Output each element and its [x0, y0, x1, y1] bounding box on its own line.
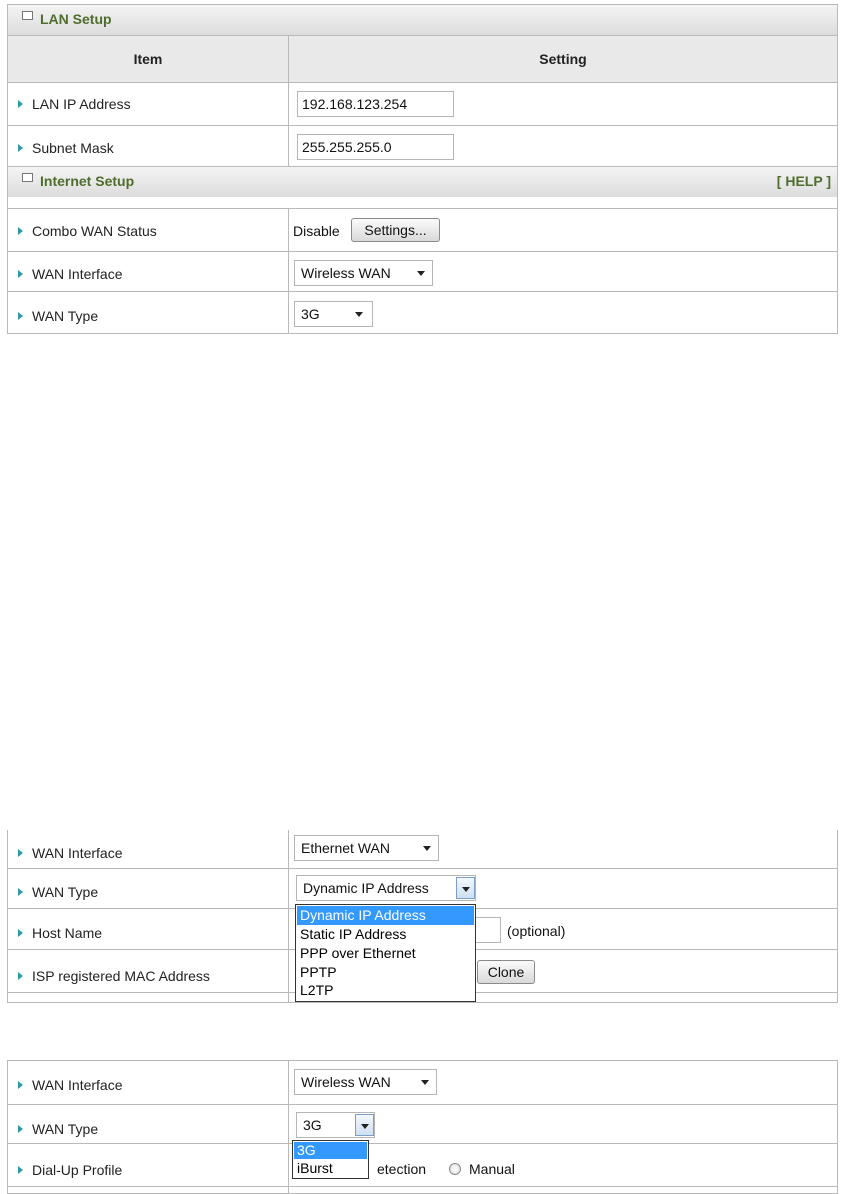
wan-interface-label: WAN Interface [32, 845, 123, 861]
bullet-arrow-icon [18, 1166, 23, 1174]
bullet-arrow-icon [18, 144, 23, 152]
wan-type-option[interactable]: Static IP Address [297, 925, 474, 944]
wan-type-dropdown-list[interactable]: Dynamic IP Address Static IP Address PPP… [295, 904, 476, 1002]
bullet-arrow-icon [18, 972, 23, 980]
wan-type-label: WAN Type [32, 308, 99, 324]
wan-type-row: WAN Type 3G [8, 1104, 837, 1144]
lan-ip-label: LAN IP Address [32, 96, 131, 112]
wan-type-option[interactable]: PPP over Ethernet [297, 944, 474, 963]
chevron-down-icon [417, 271, 425, 276]
lan-ip-row: LAN IP Address 192.168.123.254 [8, 82, 837, 125]
wan-type-select[interactable]: Dynamic IP Address [296, 875, 476, 901]
wan-type-option[interactable]: 3G [294, 1142, 367, 1159]
mac-address-label: ISP registered MAC Address [32, 968, 210, 984]
chevron-down-icon [355, 312, 363, 317]
combo-wan-label: Combo WAN Status [32, 223, 157, 239]
chevron-down-icon [423, 846, 431, 851]
internet-setup-title: Internet Setup [40, 173, 135, 189]
wan-type-row: WAN Type 3G [8, 291, 837, 334]
host-name-label: Host Name [32, 925, 103, 941]
wan-type-label: WAN Type [32, 884, 99, 900]
settings-button[interactable]: Settings... [351, 218, 440, 242]
wan-type-select[interactable]: 3G [296, 1112, 375, 1138]
internet-setup-header: Internet Setup [ HELP ] [8, 166, 837, 197]
wan-interface-row: WAN Interface Wireless WAN [8, 251, 837, 292]
setup-panel: LAN Setup Item Setting LAN IP Address 19… [7, 4, 838, 334]
column-setting: Setting [539, 51, 587, 67]
bullet-arrow-icon [18, 888, 23, 896]
bullet-arrow-icon [18, 270, 23, 278]
wan-interface-select[interactable]: Ethernet WAN [294, 835, 439, 861]
next-row-edge [8, 1186, 837, 1194]
bullet-arrow-icon [18, 1081, 23, 1089]
chevron-down-icon [421, 1080, 429, 1085]
subnet-label: Subnet Mask [32, 140, 114, 156]
wan-type-option[interactable]: PPTP [297, 963, 474, 982]
wan-interface-select[interactable]: Wireless WAN [294, 260, 433, 286]
dialup-profile-row: Dial-Up Profile etection Manual [8, 1143, 837, 1187]
wan-type-value: 3G [303, 1117, 322, 1133]
auto-detection-label: etection [377, 1161, 427, 1177]
section-box-icon [22, 11, 33, 20]
wan-type-dropdown-list[interactable]: 3G iBurst [292, 1140, 369, 1179]
bullet-arrow-icon [18, 312, 23, 320]
wan-type-value: 3G [301, 306, 320, 322]
wan-type-select[interactable]: 3G [294, 301, 373, 327]
combo-wan-row: Combo WAN Status Disable Settings... [8, 208, 837, 252]
wan-interface-value: Wireless WAN [301, 265, 391, 281]
wireless-wan-panel: WAN Interface Wireless WAN WAN Type 3G D… [7, 1060, 838, 1194]
bullet-arrow-icon [18, 100, 23, 108]
bullet-arrow-icon [18, 1125, 23, 1133]
help-link[interactable]: [ HELP ] [777, 173, 831, 189]
manual-label: Manual [469, 1161, 515, 1177]
manual-radio[interactable] [449, 1163, 461, 1175]
wan-interface-value: Wireless WAN [301, 1074, 391, 1090]
combo-wan-status: Disable [293, 223, 340, 239]
clone-button[interactable]: Clone [477, 960, 535, 984]
wan-type-value: Dynamic IP Address [303, 880, 429, 896]
dropdown-button[interactable] [456, 877, 475, 899]
bullet-arrow-icon [18, 929, 23, 937]
lan-setup-title: LAN Setup [40, 11, 112, 27]
bullet-arrow-icon [18, 227, 23, 235]
table-header: Item Setting [8, 35, 837, 83]
wan-type-label: WAN Type [32, 1121, 99, 1137]
wan-type-option[interactable]: Dynamic IP Address [297, 906, 474, 925]
chevron-down-icon [361, 1124, 369, 1129]
optional-hint: (optional) [507, 923, 566, 939]
lan-setup-header: LAN Setup [8, 4, 837, 35]
wan-interface-row: WAN Interface Ethernet WAN [8, 830, 837, 868]
wan-interface-value: Ethernet WAN [301, 840, 390, 856]
dropdown-button[interactable] [355, 1114, 374, 1136]
wan-interface-select[interactable]: Wireless WAN [294, 1069, 437, 1095]
wan-type-option[interactable]: iBurst [294, 1160, 367, 1177]
wan-interface-label: WAN Interface [32, 266, 123, 282]
section-box-icon [22, 173, 33, 182]
dialup-profile-label: Dial-Up Profile [32, 1162, 123, 1178]
bullet-arrow-icon [18, 849, 23, 857]
wan-interface-row: WAN Interface Wireless WAN [8, 1061, 837, 1104]
chevron-down-icon [462, 887, 470, 892]
subnet-row: Subnet Mask 255.255.255.0 [8, 125, 837, 167]
wan-type-option[interactable]: L2TP [297, 981, 474, 1000]
lan-ip-input[interactable]: 192.168.123.254 [297, 91, 454, 117]
subnet-input[interactable]: 255.255.255.0 [297, 134, 454, 160]
wan-interface-label: WAN Interface [32, 1077, 123, 1093]
column-item: Item [8, 36, 289, 83]
wan-type-row: WAN Type Dynamic IP Address [8, 868, 837, 909]
